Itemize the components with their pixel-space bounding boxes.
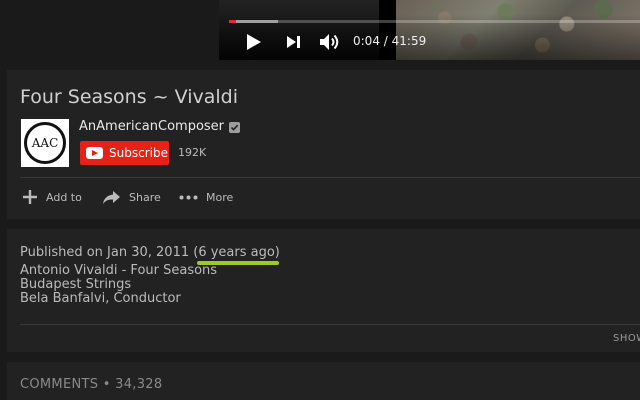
add-to-label: Add to [46,190,82,204]
description-line: Budapest Strings [20,277,132,292]
share-icon [102,190,121,205]
duration: 41:59 [391,34,427,48]
subscribe-label: Subscribe [109,146,168,160]
video-info-card: Four Seasons ~ Vivaldi AAC AnAmericanCom… [7,70,640,219]
comments-bullet: • [102,377,111,392]
subscriber-count: 192K [178,146,207,159]
more-button[interactable]: More [179,185,233,209]
time-separator: / [383,34,388,48]
current-time: 0:04 [353,34,380,48]
channel-avatar[interactable]: AAC [21,119,69,167]
time-display: 0:04 / 41:59 [353,34,426,48]
comments-card: COMMENTS • 34,328 [7,362,640,400]
comments-header: COMMENTS • 34,328 [20,377,162,392]
progress-bar[interactable] [229,20,640,23]
volume-icon [320,34,339,50]
share-label: Share [129,190,161,204]
divider [20,177,640,178]
play-icon [247,34,261,50]
avatar-logo: AAC [24,122,66,164]
progress-played [229,20,236,23]
next-icon [287,36,300,48]
volume-button[interactable] [318,29,342,55]
comments-count: 34,328 [115,377,163,392]
divider [20,324,640,325]
youtube-logo-icon [86,147,103,159]
add-to-button[interactable]: Add to [22,185,82,209]
avatar-text: AAC [31,136,59,150]
next-button[interactable] [283,29,305,55]
video-player[interactable]: 0:04 / 41:59 [219,0,640,60]
more-dots-icon [179,195,198,200]
comments-label: COMMENTS [20,377,99,392]
show-more-button[interactable]: SHOW [613,333,640,344]
published-relative-highlight: 6 years ago [197,245,279,265]
published-prefix: Published on Jan 30, 2011 ( [20,245,199,260]
page: 0:04 / 41:59 Four Seasons ~ Vivaldi AAC … [0,0,640,400]
channel-name-link[interactable]: AnAmericanComposer [79,119,224,134]
video-title: Four Seasons ~ Vivaldi [20,86,238,108]
published-relative: 6 years ago [198,245,275,260]
progress-loaded [229,20,279,23]
published-suffix: ) [274,245,280,260]
play-button[interactable] [243,29,265,55]
subscribe-button[interactable]: Subscribe [80,141,169,165]
description-line: Antonio Vivaldi - Four Seasons [20,263,218,278]
description-card: Published on Jan 30, 2011 (6 years ago) … [7,229,640,352]
more-label: More [206,190,234,204]
description-line: Bela Banfalvi, Conductor [20,291,181,306]
share-button[interactable]: Share [102,185,161,209]
verified-badge-icon [229,122,240,133]
published-date: Published on Jan 30, 2011 (6 years ago) [20,245,280,265]
plus-icon [22,189,38,205]
checkmark-icon [230,124,239,131]
